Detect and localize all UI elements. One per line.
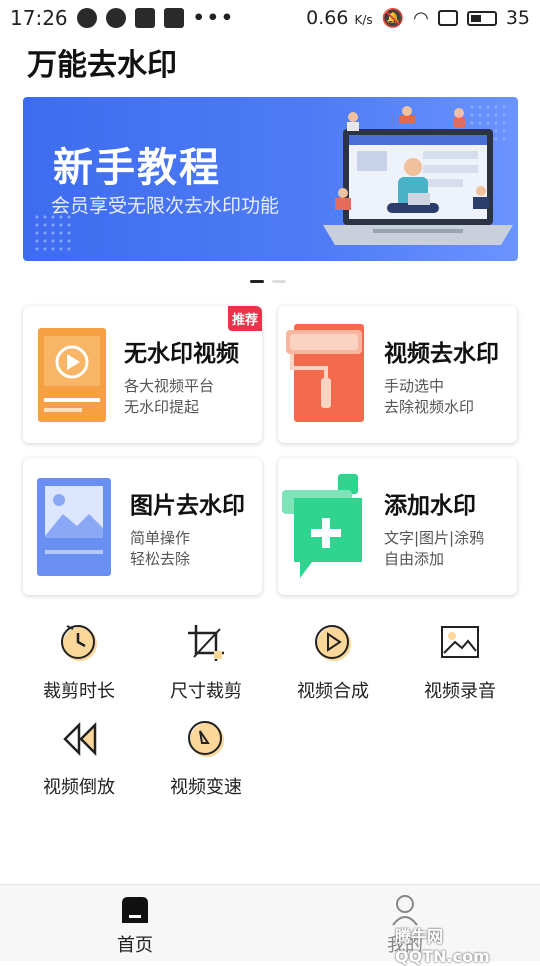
tool-label: 视频倒放 bbox=[43, 777, 115, 798]
home-icon bbox=[122, 897, 148, 923]
wifi-hotspot-icon bbox=[105, 8, 126, 28]
paint-roller-icon bbox=[286, 324, 364, 422]
card-desc-line: 简单操作 bbox=[130, 529, 191, 547]
nav-home-label: 首页 bbox=[117, 935, 153, 956]
tool-label: 视频变速 bbox=[170, 777, 242, 798]
app-notification-icon bbox=[76, 8, 97, 28]
card-desc-line: 自由添加 bbox=[384, 550, 445, 568]
user-icon bbox=[392, 895, 418, 926]
more-notifications-icon: ••• bbox=[192, 7, 236, 29]
card-desc-line: 去除视频水印 bbox=[384, 398, 475, 416]
banner-title: 新手教程 bbox=[53, 145, 221, 191]
card-title: 添加水印 bbox=[384, 493, 476, 519]
rewind-icon bbox=[63, 721, 97, 757]
add-watermark-icon bbox=[282, 474, 362, 578]
card-desc-line: 轻松去除 bbox=[130, 550, 191, 568]
image-icon bbox=[37, 478, 111, 576]
card-video-remove-watermark[interactable]: 视频去水印 手动选中 去除视频水印 bbox=[278, 306, 517, 443]
tool-trim-duration[interactable]: 裁剪时长 bbox=[24, 623, 134, 703]
battery-icon bbox=[466, 10, 497, 26]
card-title: 图片去水印 bbox=[130, 493, 245, 519]
card-add-watermark[interactable]: 添加水印 文字|图片|涂鸦 自由添加 bbox=[278, 458, 517, 595]
crop-icon bbox=[188, 625, 224, 661]
tool-video-speed[interactable]: 视频变速 bbox=[151, 719, 261, 799]
wifi-icon: ◠ bbox=[413, 7, 429, 29]
card-desc-line: 文字|图片|涂鸦 bbox=[384, 529, 485, 547]
status-bar: 17:26 ••• 0.66 K/s 🔕 ◠ 35 bbox=[0, 0, 540, 36]
image-notification-icon bbox=[163, 8, 184, 28]
recommend-badge: 推荐 bbox=[227, 306, 262, 331]
upload-icon bbox=[134, 8, 155, 28]
card-title: 无水印视频 bbox=[124, 341, 239, 367]
clock-time: 17:26 bbox=[10, 6, 68, 30]
page-title: 万能去水印 bbox=[27, 48, 177, 83]
tool-size-crop[interactable]: 尺寸裁剪 bbox=[151, 623, 261, 703]
battery-level: 35 bbox=[505, 7, 530, 29]
bottom-nav: 首页 我的 腾牛网 QQTN.com bbox=[0, 884, 540, 966]
play-circle-icon bbox=[315, 625, 351, 661]
tool-label: 视频合成 bbox=[297, 681, 369, 702]
tool-label: 视频录音 bbox=[424, 681, 496, 702]
video-play-icon bbox=[38, 328, 106, 422]
speed-dial-icon bbox=[188, 721, 224, 757]
laptop-illustration bbox=[323, 106, 513, 245]
decor-dots bbox=[33, 213, 73, 253]
tutorial-banner[interactable]: 新手教程 会员享受无限次去水印功能 bbox=[23, 97, 518, 261]
picture-icon bbox=[441, 626, 479, 658]
tool-video-record-audio[interactable]: 视频录音 bbox=[405, 623, 515, 703]
pager-dot bbox=[272, 280, 286, 283]
tool-label: 裁剪时长 bbox=[43, 681, 115, 702]
pager-dot bbox=[250, 280, 264, 283]
card-title: 视频去水印 bbox=[384, 341, 499, 367]
card-desc-line: 手动选中 bbox=[384, 377, 445, 395]
card-desc-line: 无水印提起 bbox=[124, 398, 200, 416]
card-no-watermark-video[interactable]: 推荐 无水印视频 各大视频平台 无水印提起 bbox=[23, 306, 262, 443]
nav-home[interactable]: 首页 bbox=[100, 893, 170, 957]
tool-video-merge[interactable]: 视频合成 bbox=[278, 623, 388, 703]
card-image-remove-watermark[interactable]: 图片去水印 简单操作 轻松去除 bbox=[23, 458, 262, 595]
network-speed: 0.66 K/s bbox=[306, 7, 373, 29]
tool-video-reverse[interactable]: 视频倒放 bbox=[24, 719, 134, 799]
tool-label: 尺寸裁剪 bbox=[170, 681, 242, 702]
mute-icon: 🔕 bbox=[381, 7, 405, 29]
banner-pager bbox=[250, 280, 286, 283]
banner-subtitle: 会员享受无限次去水印功能 bbox=[51, 195, 280, 217]
clock-icon bbox=[61, 625, 97, 661]
screen-rotate-icon bbox=[437, 10, 458, 26]
card-desc-line: 各大视频平台 bbox=[124, 377, 215, 395]
